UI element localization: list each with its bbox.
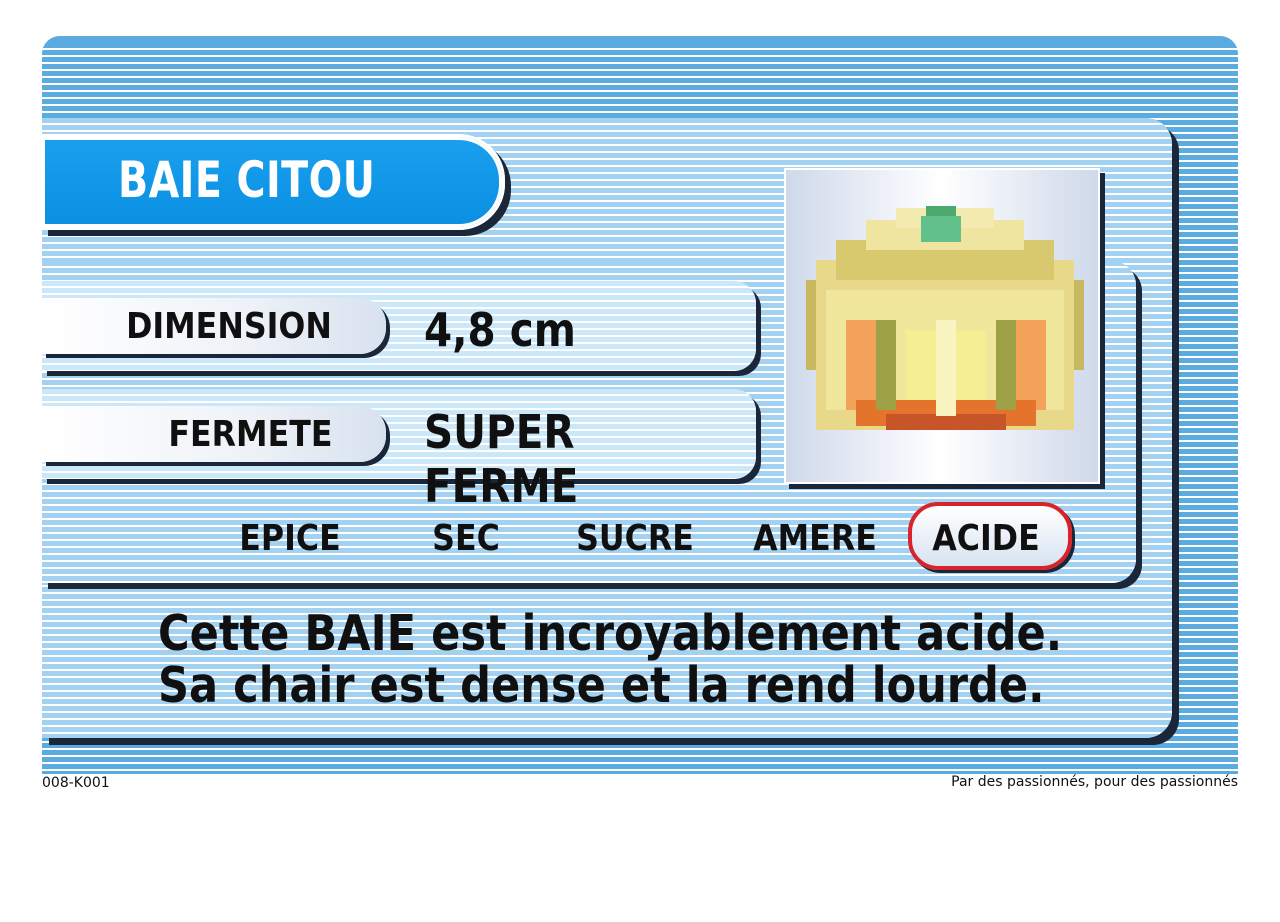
dimension-label-pill: DIMENSION [42, 298, 386, 354]
card-code: 008-K001 [42, 775, 110, 791]
firmness-value: SUPER FERME [424, 405, 579, 513]
dimension-label: DIMENSION [126, 306, 332, 347]
flavor-sec: SEC [432, 518, 500, 559]
flavor-sucre: SUCRE [576, 518, 694, 559]
description-line-2: Sa chair est dense et la rend lourde. [158, 657, 1045, 714]
flavor-epice: EPICE [239, 518, 341, 559]
berry-name: BAIE CITOU [118, 151, 376, 209]
dimension-value: 4,8 cm [424, 303, 576, 357]
dimension-row: DIMENSION 4,8 cm [42, 281, 756, 371]
pixel-berry-icon [806, 206, 1084, 430]
berry-stem [921, 206, 961, 242]
firmness-label-pill: FERMETE [42, 406, 386, 462]
firmness-label: FERMETE [167, 414, 332, 455]
card-frame: DIMENSION 4,8 cm FERMETE SUPER FERME BAI… [42, 36, 1238, 774]
flavor-amere: AMERE [753, 518, 877, 559]
firmness-row: FERMETE SUPER FERME [42, 389, 756, 513]
description-line-1: Cette BAIE est incroyablement acide. [158, 605, 1063, 662]
flavor-acide: ACIDE [932, 518, 1040, 559]
berry-image-frame [784, 168, 1100, 484]
footer-tagline: Par des passionnés, pour des passionnés [951, 774, 1238, 790]
berry-description: Cette BAIE est incroyablement acide. Sa … [158, 608, 1062, 712]
berry-name-banner: BAIE CITOU [42, 134, 505, 230]
card-top-band [42, 36, 1238, 48]
